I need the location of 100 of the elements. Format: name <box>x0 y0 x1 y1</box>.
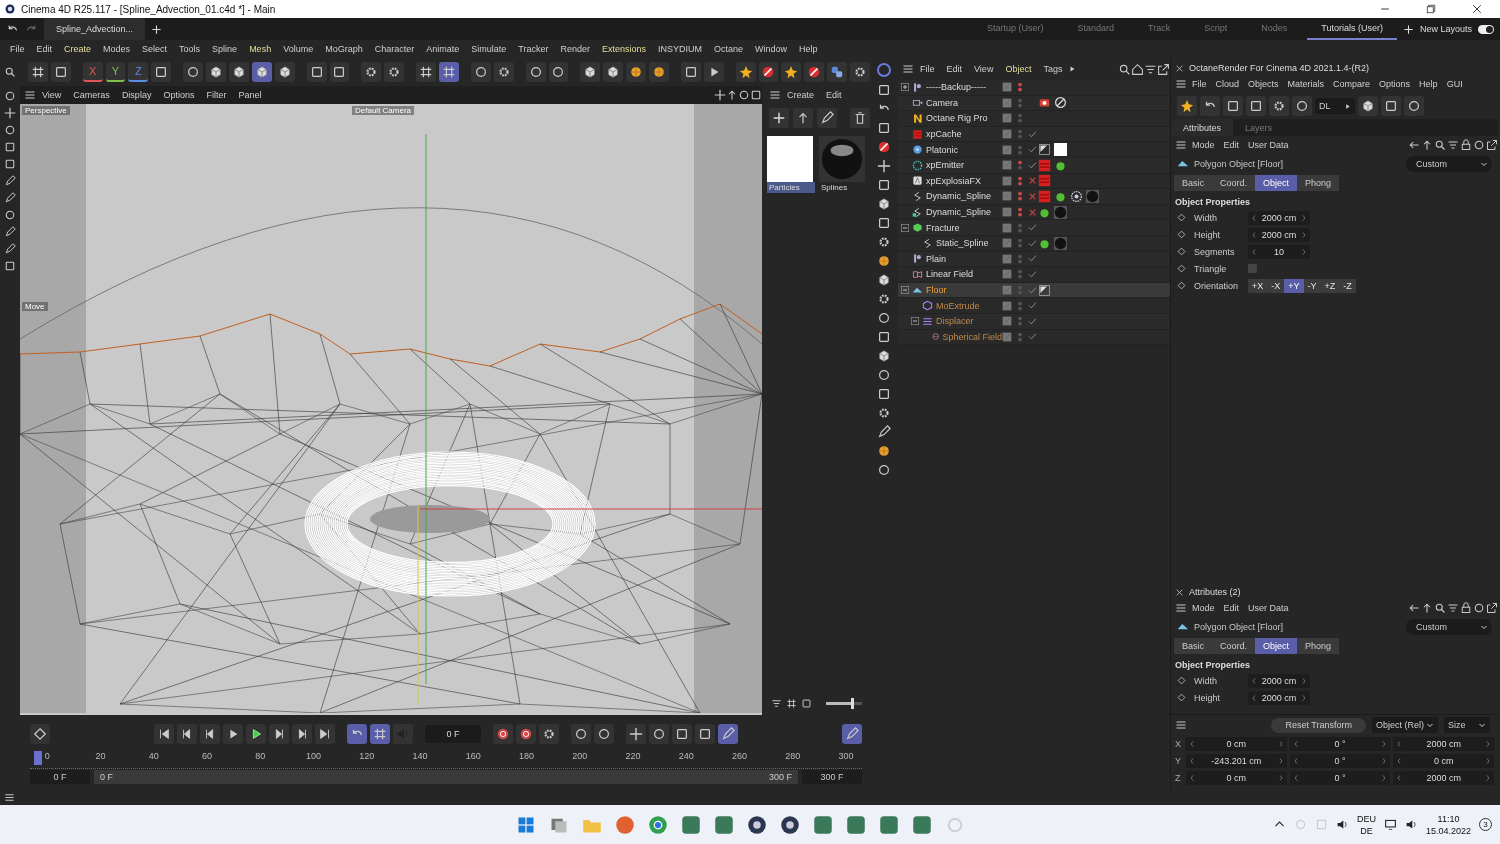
object-name[interactable]: Platonic <box>926 144 959 155</box>
orientation-button[interactable]: -Z <box>1339 278 1356 293</box>
menu-item[interactable]: Edit <box>820 90 848 100</box>
layout-tab[interactable]: Standard <box>1063 18 1129 40</box>
menu-item[interactable]: Options <box>1375 79 1415 89</box>
menu-item[interactable]: View <box>36 90 68 100</box>
section-tab[interactable]: Coord. <box>1212 637 1256 654</box>
number-field[interactable]: 0 ° <box>1289 770 1391 785</box>
menu-item[interactable]: Tracker <box>512 44 555 54</box>
clock-date[interactable]: 15.04.2022 <box>1425 824 1471 837</box>
section-tab[interactable]: Object <box>1255 174 1298 191</box>
menu-item[interactable]: Extensions <box>595 44 652 54</box>
menu-item[interactable]: Compare <box>1329 79 1375 89</box>
number-field[interactable]: 0 cm <box>1186 736 1287 751</box>
menu-item[interactable]: User Data <box>1244 603 1293 613</box>
object-name[interactable]: -----Backup----- <box>926 82 986 93</box>
number-field[interactable]: 0 ° <box>1289 736 1391 751</box>
preset-dropdown[interactable]: Custom <box>1406 155 1492 172</box>
object-name[interactable]: Spherical Field <box>942 331 1002 342</box>
menu-item[interactable]: Options <box>157 90 201 100</box>
menu-item[interactable]: Help <box>1415 79 1442 89</box>
size-mode-dropdown[interactable]: Size <box>1444 717 1490 733</box>
menu-item[interactable]: Mode <box>1188 140 1219 150</box>
document-tab[interactable]: Spline_Advection... <box>44 18 146 40</box>
number-field[interactable]: 2000 cm <box>1248 690 1310 705</box>
object-name[interactable]: Fracture <box>926 222 960 233</box>
menu-item[interactable]: Cameras <box>67 90 116 100</box>
orientation-button[interactable]: +Y <box>1284 278 1304 293</box>
menu-item[interactable]: View <box>968 64 1000 74</box>
menu-item[interactable]: Window <box>749 44 794 54</box>
number-field[interactable]: 2000 cm <box>1248 210 1310 225</box>
orientation-button[interactable]: -Y <box>1303 278 1321 293</box>
menu-item[interactable]: Mesh <box>243 44 278 54</box>
menu-item[interactable]: GUI <box>1442 79 1467 89</box>
range-end-field[interactable]: 300 F <box>802 770 862 784</box>
menu-item[interactable]: Edit <box>30 44 59 54</box>
menu-item[interactable]: Octane <box>708 44 750 54</box>
number-field[interactable]: 0 cm <box>1186 770 1287 785</box>
menu-item[interactable]: Tags <box>1037 64 1069 74</box>
object-name[interactable]: Linear Field <box>926 269 974 280</box>
section-tab[interactable]: Object <box>1255 637 1298 654</box>
object-name[interactable]: Camera <box>926 97 958 108</box>
object-name[interactable]: Displacer <box>936 316 974 327</box>
menu-item[interactable]: Character <box>368 44 421 54</box>
menu-item[interactable]: User Data <box>1244 140 1293 150</box>
object-name[interactable]: Dynamic_Spline <box>926 191 992 202</box>
orientation-button[interactable]: +X <box>1248 278 1268 293</box>
viewport-canvas[interactable]: Perspective Default Camera Move <box>20 104 762 715</box>
section-tab[interactable]: Phong <box>1297 174 1340 191</box>
menu-item[interactable]: Object <box>999 64 1038 74</box>
clock-time[interactable]: 11:10 <box>1437 812 1460 825</box>
number-field[interactable]: -243.201 cm <box>1186 753 1287 768</box>
frame-field[interactable]: 0 F <box>425 725 481 743</box>
object-name[interactable]: Static_Spline <box>936 238 989 249</box>
keyboard-layout-indicator[interactable]: DE <box>1360 824 1373 837</box>
object-row[interactable]: Octane Rig Pro <box>898 111 1170 127</box>
section-tab[interactable]: Coord. <box>1212 174 1256 191</box>
menu-item[interactable]: Create <box>58 44 98 54</box>
menu-item[interactable]: File <box>1188 79 1211 89</box>
range-start-field[interactable]: 0 F <box>30 770 90 784</box>
menu-item[interactable]: Simulate <box>465 44 513 54</box>
number-field[interactable]: 0 cm <box>1393 753 1494 768</box>
render-mode-dropdown[interactable]: DL <box>1315 98 1355 114</box>
number-field[interactable]: 0 ° <box>1289 753 1391 768</box>
layout-tab[interactable]: Script <box>1190 18 1242 40</box>
menu-item[interactable]: Tools <box>173 44 207 54</box>
object-row[interactable]: Dynamic_Spline <box>898 189 1170 205</box>
object-row[interactable]: Fracture <box>898 220 1170 236</box>
object-name[interactable]: Dynamic_Spline <box>926 207 992 218</box>
menu-item[interactable]: Panel <box>232 90 268 100</box>
number-field[interactable]: 10 <box>1248 244 1310 259</box>
menu-item[interactable]: Spline <box>206 44 244 54</box>
section-tab[interactable]: Phong <box>1297 637 1340 654</box>
timeline-ruler[interactable]: 0 20 40 60 80 100 120 140 160 180 200 220 240 260 280 300 <box>30 749 862 769</box>
object-name[interactable]: xpExplosiaFX <box>926 175 982 186</box>
material-name[interactable]: Particles <box>767 182 815 193</box>
menu-item[interactable]: Volume <box>277 44 320 54</box>
number-field[interactable]: 2000 cm <box>1393 736 1494 751</box>
object-name[interactable]: Floor <box>926 285 947 295</box>
axis-lock-button[interactable]: X <box>82 62 103 82</box>
panel-tab[interactable]: Attributes <box>1171 119 1234 136</box>
orientation-button[interactable]: -X <box>1267 278 1285 293</box>
menu-item[interactable]: Edit <box>1219 140 1244 150</box>
object-name[interactable]: Plain <box>926 253 946 264</box>
menu-item[interactable]: Filter <box>200 90 233 100</box>
object-row[interactable]: Linear Field <box>898 267 1170 283</box>
language-indicator[interactable]: DEU <box>1356 812 1376 825</box>
menu-item[interactable]: Animate <box>420 44 466 54</box>
section-tab[interactable]: Basic <box>1174 637 1212 654</box>
orientation-button[interactable]: +Z <box>1320 278 1340 293</box>
object-row[interactable]: -----Backup----- <box>898 80 1170 96</box>
menu-item[interactable]: Render <box>554 44 596 54</box>
reset-transform-button[interactable]: Reset Transform <box>1271 717 1366 733</box>
panel-tab[interactable]: Layers <box>1233 119 1285 136</box>
preset-dropdown[interactable]: Custom <box>1406 618 1492 635</box>
number-field[interactable]: 2000 cm <box>1248 227 1310 242</box>
coordinate-mode-dropdown[interactable]: Object (Rel) <box>1372 717 1438 733</box>
number-field[interactable]: 2000 cm <box>1393 770 1494 785</box>
menu-item[interactable]: Cloud <box>1211 79 1244 89</box>
menu-item[interactable]: Mode <box>1188 603 1219 613</box>
